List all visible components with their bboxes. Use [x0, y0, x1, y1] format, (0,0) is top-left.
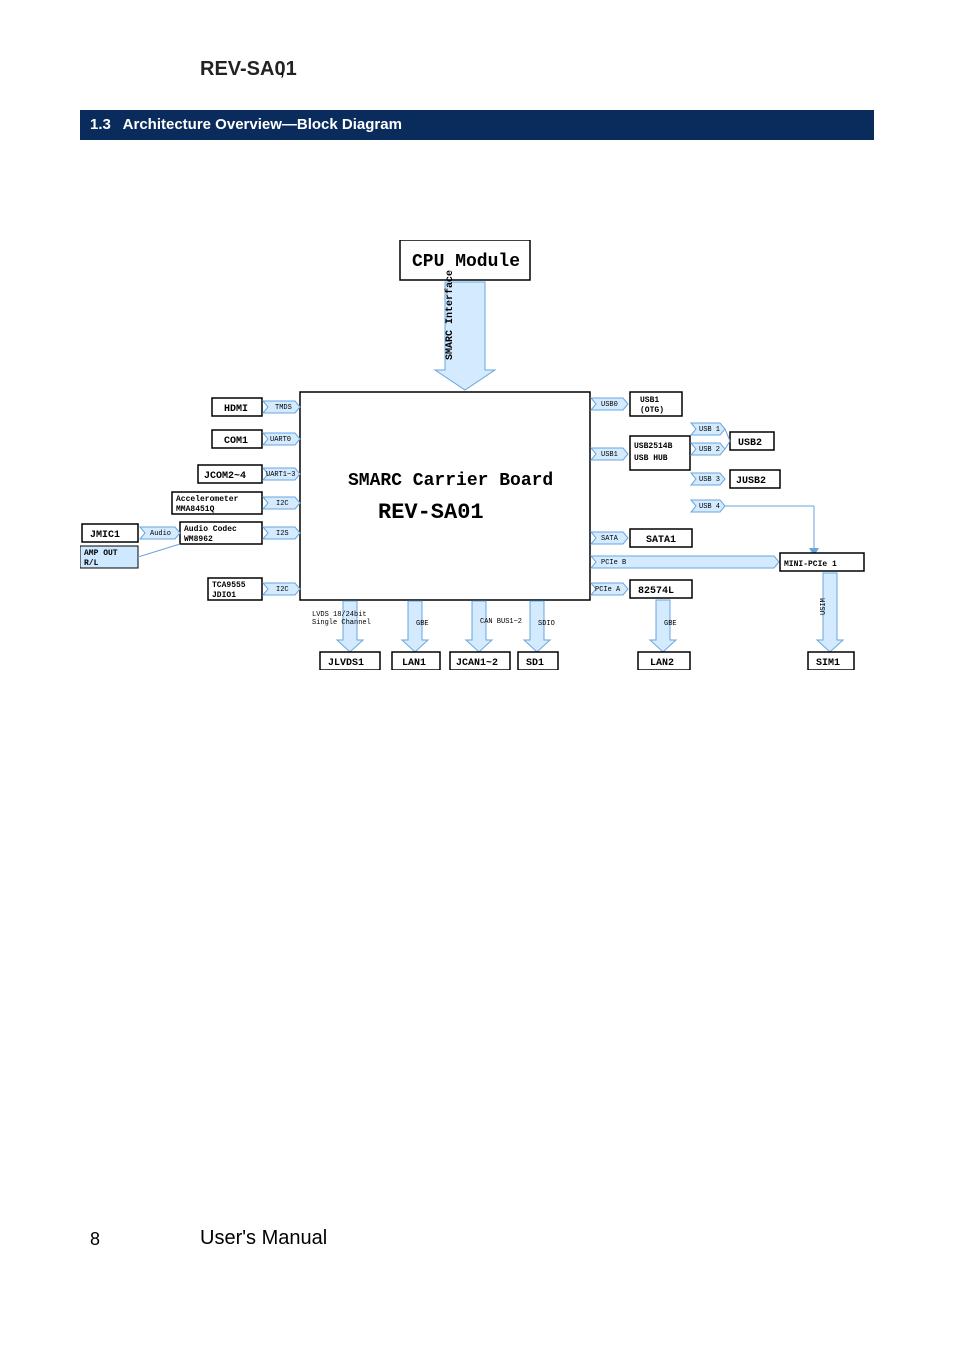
hdmi-label: HDMI [224, 404, 248, 415]
audio-l1: Audio Codec [184, 525, 237, 534]
amp-l2: R/L [84, 559, 99, 568]
usbhub-l2: USB HUB [634, 454, 668, 463]
audio-out-bus: Audio [150, 530, 171, 538]
carrier-title: SMARC Carrier Board [348, 471, 553, 491]
comma: , [280, 62, 284, 80]
accel-l1: Accelerometer [176, 495, 239, 504]
accel-bus: I2C [276, 500, 289, 508]
section-title: Architecture Overview—Block Diagram [123, 116, 402, 133]
minipcie-label: MINI-PCIe 1 [784, 560, 837, 569]
lan2-bus: GBE [664, 620, 677, 628]
lan1-bus: GBE [416, 620, 429, 628]
usb2-label: USB2 [738, 438, 762, 449]
carrier-sub: REV-SA01 [378, 500, 484, 525]
jusb2-port4: USB 4 [699, 503, 720, 511]
com1-label: COM1 [224, 436, 248, 447]
footer-label: User's Manual [200, 1227, 327, 1250]
usb2-port2: USB 2 [699, 446, 720, 454]
cpu-module-label: CPU Module [412, 252, 520, 272]
lan1-label: LAN1 [402, 658, 426, 669]
sim-bus: USIM [820, 598, 828, 615]
pcie-a-bus: PCIe A [595, 586, 621, 594]
section-number: 1.3 [90, 116, 111, 133]
sim-label: SIM1 [816, 658, 840, 669]
section-banner: 1.3 Architecture Overview—Block Diagram [80, 110, 874, 140]
jcan-bus: CAN BUS1~2 [480, 618, 522, 626]
tca-l2: JDIO1 [212, 591, 236, 600]
page-number: 8 [90, 1229, 100, 1250]
jmic-label: JMIC1 [90, 530, 120, 541]
jusb2-port3: USB 3 [699, 476, 720, 484]
jcom-bus: UART1~3 [266, 471, 295, 479]
sd1-bus: SDIO [538, 620, 555, 628]
lvds-bus-l2: Single Channel [312, 619, 371, 627]
pcie-b-bus: PCIe B [601, 559, 626, 567]
usb2-port1: USB 1 [699, 426, 720, 434]
usb1-l2: (OTG) [640, 406, 664, 415]
jusb2-label: JUSB2 [736, 476, 766, 487]
tca-bus: I2C [276, 586, 289, 594]
usbhub-l1: USB2514B [634, 442, 673, 451]
jlvds-label: JLVDS1 [328, 658, 364, 669]
sata-bus: SATA [601, 535, 619, 543]
usb1-l1: USB1 [640, 396, 659, 405]
tca-l1: TCA9555 [212, 581, 246, 590]
lan2-label: LAN2 [650, 658, 674, 669]
accel-l2: MMA8451Q [176, 505, 215, 514]
usbhub-bus: USB1 [601, 451, 618, 459]
smarc-if-label: SMARC Interface [444, 270, 456, 360]
lan2-chip-label: 82574L [638, 586, 674, 597]
audio-bus: I2S [276, 530, 289, 538]
sata-label: SATA1 [646, 535, 676, 546]
jcan-label: JCAN1~2 [456, 658, 498, 669]
amp-l1: AMP OUT [84, 549, 118, 558]
com1-bus: UART0 [270, 436, 291, 444]
block-diagram: CPU Module SMARC Interface SMARC Carrier… [80, 240, 874, 670]
jcom-label: JCOM2~4 [204, 471, 246, 482]
usb1-bus: USB0 [601, 401, 618, 409]
sd1-label: SD1 [526, 658, 544, 669]
lvds-bus-l1: LVDS 18/24bit [312, 611, 367, 619]
hdmi-bus: TMDS [275, 404, 292, 412]
audio-l2: WM8962 [184, 535, 213, 544]
